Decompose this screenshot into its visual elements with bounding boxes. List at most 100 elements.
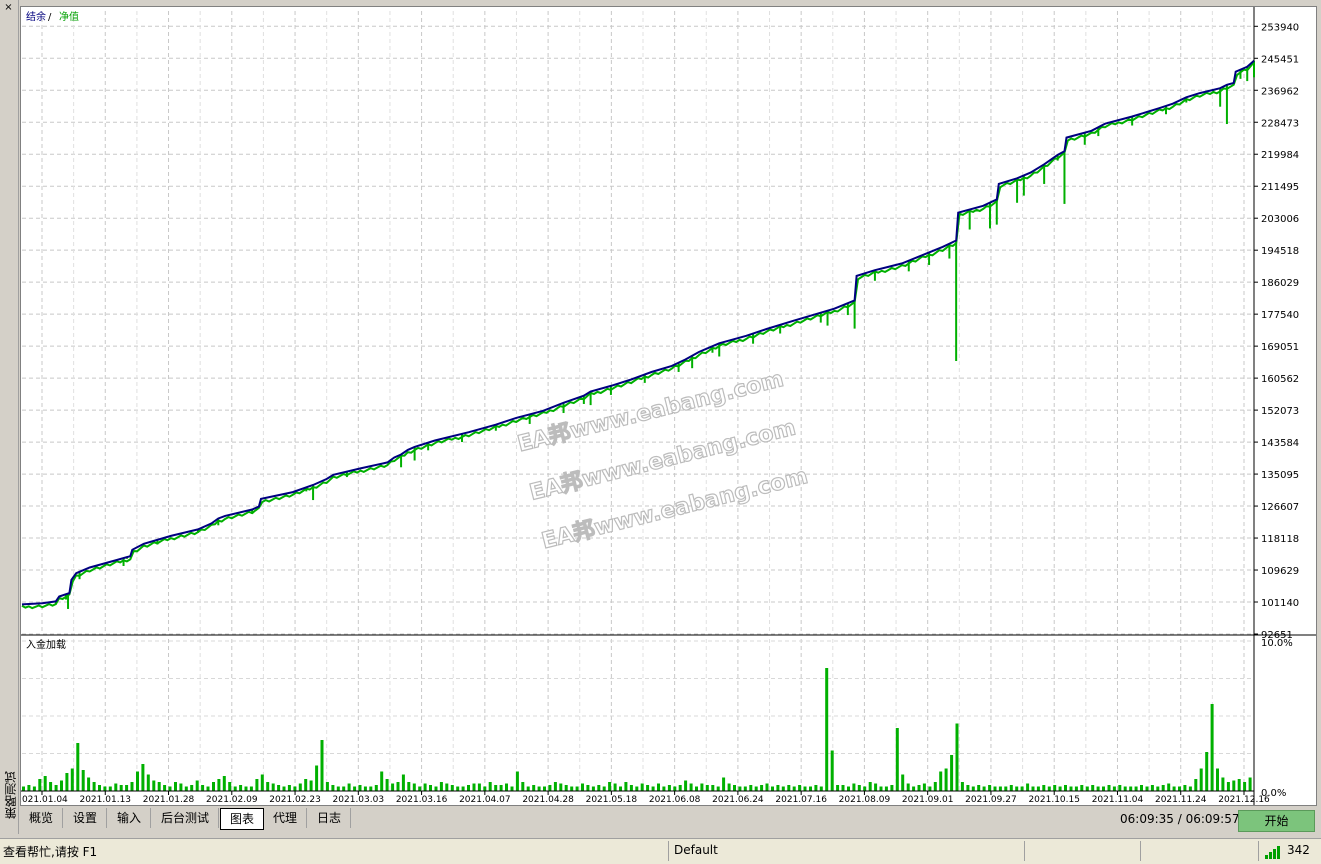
load-bar bbox=[141, 764, 145, 791]
load-bar bbox=[1107, 785, 1111, 791]
load-bar bbox=[1134, 786, 1138, 791]
load-bar bbox=[266, 782, 270, 791]
signal-icon bbox=[1265, 846, 1280, 859]
main-y-tick-label: 109629 bbox=[1261, 566, 1299, 577]
main-y-tick-label: 253940 bbox=[1261, 22, 1299, 33]
load-bar bbox=[271, 783, 275, 791]
tab-settings[interactable]: 设置 bbox=[64, 808, 107, 828]
load-bar bbox=[49, 782, 53, 791]
x-tick-label: 2021.11.24 bbox=[1155, 795, 1207, 805]
load-bar bbox=[233, 786, 237, 791]
load-bar bbox=[548, 785, 552, 791]
load-bar bbox=[635, 786, 639, 791]
load-bar bbox=[358, 785, 362, 791]
sub-chart-bars bbox=[22, 668, 1252, 791]
load-bar bbox=[613, 783, 617, 791]
load-bar bbox=[472, 783, 476, 791]
load-bar bbox=[651, 786, 655, 791]
main-y-tick-label: 118118 bbox=[1261, 534, 1299, 545]
load-bar bbox=[1243, 782, 1247, 791]
load-bar bbox=[776, 785, 780, 791]
load-bar bbox=[146, 774, 150, 791]
load-bar bbox=[293, 786, 297, 791]
main-y-tick-label: 177540 bbox=[1261, 310, 1299, 321]
load-bar bbox=[1205, 752, 1209, 791]
load-bar bbox=[667, 785, 671, 791]
status-divider bbox=[1258, 841, 1259, 861]
load-bar bbox=[836, 785, 840, 791]
load-bar bbox=[244, 786, 248, 791]
load-bar bbox=[749, 785, 753, 791]
tab-journal[interactable]: 日志 bbox=[308, 808, 351, 828]
tab-backtest[interactable]: 后台测试 bbox=[152, 808, 219, 828]
sub-y-tick-top: 10.0% bbox=[1261, 638, 1293, 649]
load-bar bbox=[662, 786, 666, 791]
close-icon[interactable]: × bbox=[3, 2, 14, 13]
load-bar bbox=[184, 786, 188, 791]
load-bar bbox=[401, 774, 405, 791]
start-button[interactable]: 开始 bbox=[1238, 810, 1315, 832]
load-bar bbox=[1199, 768, 1203, 791]
main-y-tick-label: 135095 bbox=[1261, 470, 1299, 481]
load-bar bbox=[678, 785, 682, 791]
load-bar bbox=[342, 786, 346, 791]
load-bar bbox=[385, 779, 389, 791]
load-bar bbox=[461, 786, 465, 791]
load-bar bbox=[456, 786, 460, 791]
load-bar bbox=[895, 728, 899, 791]
load-bar bbox=[1031, 786, 1035, 791]
load-bar bbox=[1069, 786, 1073, 791]
load-bar bbox=[809, 786, 812, 791]
x-tick-label: 2021.04.07 bbox=[459, 795, 511, 805]
load-bar bbox=[434, 786, 438, 791]
load-bar bbox=[754, 786, 758, 791]
load-bar bbox=[119, 785, 123, 791]
load-bar bbox=[304, 779, 308, 791]
load-bar bbox=[553, 782, 557, 791]
load-bar bbox=[1210, 704, 1214, 791]
load-bar bbox=[298, 783, 302, 791]
load-bar bbox=[1074, 786, 1078, 791]
load-bar bbox=[792, 786, 796, 791]
x-tick-label: 2021.11.04 bbox=[1092, 795, 1144, 805]
load-bar bbox=[222, 776, 226, 791]
load-bar bbox=[857, 785, 861, 791]
load-bar bbox=[380, 771, 384, 791]
main-chart-legend: 结余 / 净值 bbox=[26, 10, 79, 23]
load-bar bbox=[212, 782, 215, 791]
tab-overview[interactable]: 概览 bbox=[20, 808, 63, 828]
chart-svg: 253940 245451 236962 228473 219984 211495 2030… bbox=[16, 7, 1316, 805]
load-bar bbox=[60, 780, 63, 791]
load-bar bbox=[890, 785, 894, 791]
load-bar bbox=[1248, 777, 1252, 791]
load-bar bbox=[591, 786, 595, 791]
load-bar bbox=[391, 783, 395, 791]
main-y-tick-label: 160562 bbox=[1261, 374, 1299, 385]
status-bar: 查看帮忙,请按 F1 Default 342 bbox=[0, 838, 1321, 864]
load-bar bbox=[1091, 785, 1095, 791]
load-bar bbox=[168, 786, 172, 791]
load-bar bbox=[977, 785, 981, 791]
status-count: 342 bbox=[1287, 843, 1310, 857]
load-bar bbox=[483, 786, 487, 791]
x-tick-label: 2021.07.16 bbox=[775, 795, 827, 805]
tab-chart[interactable]: 图表 bbox=[220, 808, 264, 830]
tab-inputs[interactable]: 输入 bbox=[108, 808, 151, 828]
load-bar bbox=[499, 785, 503, 791]
load-bar bbox=[1080, 785, 1084, 791]
x-tick-label: 2021.09.27 bbox=[965, 795, 1017, 805]
load-bar bbox=[852, 783, 856, 791]
tab-agents[interactable]: 代理 bbox=[264, 808, 307, 828]
load-bar bbox=[488, 782, 492, 791]
load-bar bbox=[950, 755, 954, 791]
load-bar bbox=[54, 785, 58, 791]
load-bar bbox=[27, 785, 31, 791]
load-bar bbox=[1221, 777, 1225, 791]
load-bar bbox=[586, 785, 590, 791]
load-bar bbox=[570, 786, 574, 791]
load-bar bbox=[467, 785, 470, 791]
load-bar bbox=[76, 743, 80, 791]
load-bar bbox=[1232, 780, 1236, 791]
load-bar bbox=[429, 785, 432, 791]
x-tick-label: 2021.01.28 bbox=[143, 795, 195, 805]
